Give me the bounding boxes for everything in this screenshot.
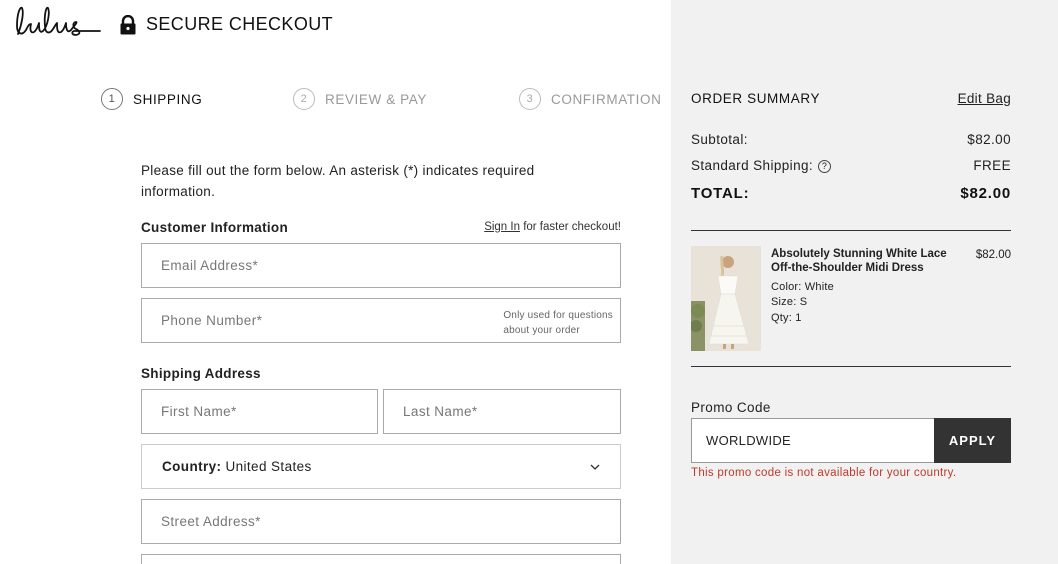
shipping-row: Standard Shipping:? FREE — [691, 158, 1011, 173]
total-row: TOTAL: $82.00 — [691, 185, 1011, 202]
product-price: $82.00 — [975, 249, 1011, 261]
country-select[interactable]: Country: United States — [141, 444, 621, 489]
last-name-field[interactable]: Last Name* — [383, 389, 621, 434]
subtotal-row: Subtotal: $82.00 — [691, 132, 1011, 147]
sign-in-suffix: for faster checkout! — [520, 221, 621, 233]
divider — [691, 230, 1011, 231]
last-name-placeholder: Last Name* — [403, 404, 478, 419]
phone-hint-line-2: about your order — [503, 325, 580, 336]
apply-promo-button[interactable]: APPLY — [934, 418, 1011, 463]
product-name[interactable]: Absolutely Stunning White Lace Off-the-S… — [771, 247, 956, 275]
step-review-pay: 2 REVIEW & PAY — [293, 88, 427, 110]
total-label: TOTAL: — [691, 185, 750, 202]
subtotal-value: $82.00 — [967, 132, 1011, 147]
divider — [691, 366, 1011, 367]
street-address-field[interactable]: Street Address* — [141, 499, 621, 544]
promo-code-label: Promo Code — [691, 400, 771, 415]
chevron-down-icon — [590, 464, 600, 470]
secure-checkout-heading: SECURE CHECKOUT — [119, 14, 333, 35]
sign-in-prompt: Sign In for faster checkout! — [484, 221, 621, 233]
product-size: Size: S — [771, 296, 808, 308]
step-number: 1 — [101, 88, 123, 110]
secure-checkout-label: SECURE CHECKOUT — [146, 14, 334, 34]
lulus-logo[interactable] — [12, 4, 102, 40]
shipping-label: Standard Shipping: — [691, 158, 814, 173]
phone-hint: Only used for questions about your order — [503, 308, 613, 338]
phone-placeholder: Phone Number* — [161, 313, 263, 328]
phone-hint-line-1: Only used for questions — [503, 310, 613, 321]
email-placeholder: Email Address* — [161, 258, 259, 273]
step-number: 2 — [293, 88, 315, 110]
first-name-field[interactable]: First Name* — [141, 389, 378, 434]
address-line-2-field[interactable] — [141, 554, 621, 564]
promo-code-value: WORLDWIDE — [706, 433, 792, 448]
customer-information-heading: Customer Information — [141, 220, 289, 235]
step-shipping: 1 SHIPPING — [101, 88, 202, 110]
edit-bag-link[interactable]: Edit Bag — [958, 91, 1011, 106]
step-label: REVIEW & PAY — [325, 91, 427, 107]
first-name-placeholder: First Name* — [161, 404, 237, 419]
product-qty: Qty: 1 — [771, 312, 802, 324]
order-summary-title: ORDER SUMMARY — [691, 91, 821, 106]
country-value: United States — [225, 459, 312, 474]
sign-in-link[interactable]: Sign In — [484, 221, 520, 233]
product-thumbnail[interactable] — [691, 246, 761, 351]
email-field[interactable]: Email Address* — [141, 243, 621, 288]
street-address-placeholder: Street Address* — [161, 514, 261, 529]
help-icon[interactable]: ? — [818, 160, 832, 173]
country-label: Country: — [162, 459, 222, 474]
shipping-value: FREE — [973, 158, 1011, 173]
promo-code-input[interactable]: WORLDWIDE — [691, 418, 935, 463]
subtotal-label: Subtotal: — [691, 132, 748, 147]
step-label: CONFIRMATION — [551, 91, 662, 107]
checkout-form-panel: SECURE CHECKOUT 1 SHIPPING 2 REVIEW & PA… — [0, 0, 671, 564]
form-intro-text: Please fill out the form below. An aster… — [141, 163, 535, 199]
dress-image-icon — [691, 246, 761, 351]
step-label: SHIPPING — [133, 91, 203, 107]
lock-icon — [120, 14, 136, 34]
total-value: $82.00 — [960, 185, 1011, 202]
product-color: Color: White — [771, 281, 834, 293]
promo-error-message: This promo code is not available for you… — [691, 467, 957, 479]
step-number: 3 — [519, 88, 541, 110]
step-confirmation: 3 CONFIRMATION — [519, 88, 661, 110]
phone-field[interactable]: Phone Number* Only used for questions ab… — [141, 298, 621, 343]
shipping-address-heading: Shipping Address — [141, 366, 261, 381]
